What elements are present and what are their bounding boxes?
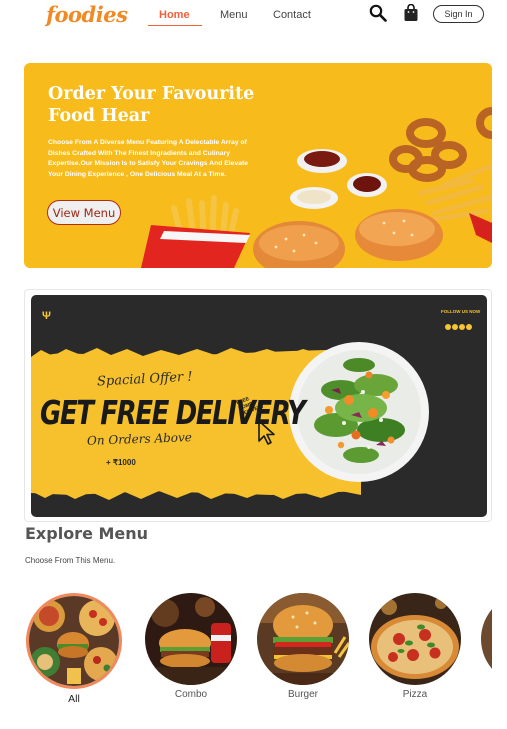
twitter-icon[interactable] [459, 324, 465, 330]
follow-us-label: FOLLOW US NOW [441, 309, 481, 314]
category-burger-image[interactable] [257, 593, 349, 685]
category-next-partial[interactable] [481, 593, 492, 685]
fork-knife-icon: Ψ [42, 310, 51, 322]
offer-banner-frame: Ψ Spacial Offer ! GET FREE DELIVERY FREE… [24, 289, 492, 522]
nav-link-home[interactable]: Home [159, 9, 190, 21]
youtube-icon[interactable] [466, 324, 472, 330]
explore-menu-title: Explore Menu [25, 524, 149, 543]
brand-logo[interactable]: foodies [46, 2, 128, 27]
category-burger-label: Burger [287, 689, 318, 700]
social-icons [445, 317, 473, 335]
category-all-label: All [68, 693, 80, 705]
view-menu-button[interactable]: View Menu [47, 200, 121, 225]
shopping-bag-icon[interactable] [403, 4, 419, 22]
offer-amount: + ₹1000 [106, 458, 136, 467]
category-combo-label: Combo [174, 689, 208, 700]
instagram-icon[interactable] [452, 324, 458, 330]
category-combo-image[interactable] [145, 593, 237, 685]
search-icon[interactable] [369, 4, 387, 22]
facebook-icon[interactable] [445, 324, 451, 330]
category-all-image[interactable] [26, 593, 122, 689]
nav-link-menu[interactable]: Menu [220, 9, 248, 21]
category-pizza-image[interactable] [369, 593, 461, 685]
category-pizza[interactable]: Pizza [365, 593, 465, 700]
navbar: foodies Home Menu Contact Sign In [0, 0, 507, 32]
category-combo[interactable]: Combo [141, 593, 241, 700]
category-next-partial-image[interactable] [481, 593, 492, 685]
hero-title: Order Your Favourite Food Hear [48, 84, 255, 126]
hero-description: Choose From A Diverse Menu Featuring A D… [48, 139, 249, 178]
sign-in-button[interactable]: Sign In [433, 5, 484, 23]
category-all[interactable]: All [24, 593, 124, 705]
category-pizza-label: Pizza [402, 689, 428, 700]
offer-headline: GET FREE DELIVERY [40, 395, 306, 433]
nav-link-contact[interactable]: Contact [273, 9, 311, 21]
free-delivery-offer-banner[interactable]: Ψ Spacial Offer ! GET FREE DELIVERY FREE… [31, 295, 487, 517]
active-nav-underline [148, 25, 202, 26]
explore-menu-subtitle: Choose From This Menu. [25, 556, 116, 565]
category-burger[interactable]: Burger [253, 593, 353, 700]
hero-banner: Order Your Favourite Food Hear Choose Fr… [24, 63, 492, 268]
